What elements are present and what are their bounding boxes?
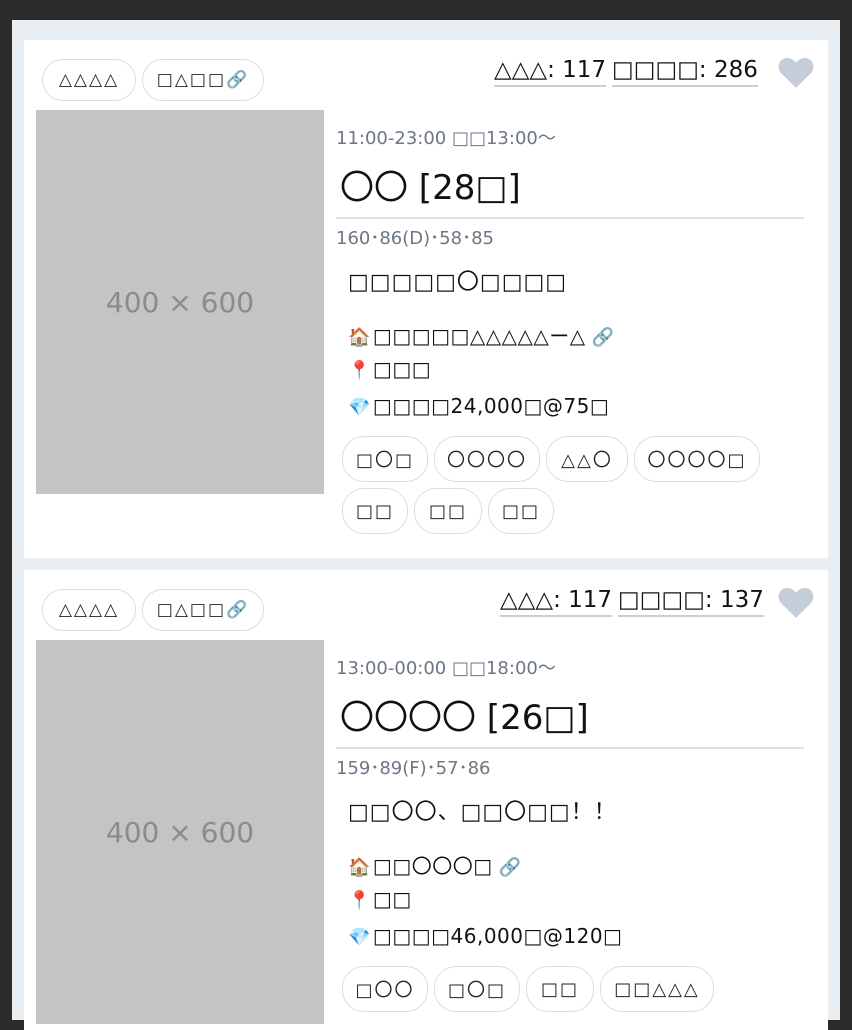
price-text: □□□□46,000□@120□ bbox=[372, 924, 623, 948]
feature-chip[interactable]: □□ bbox=[414, 488, 482, 534]
measurements: 160･86(D)･58･85 bbox=[336, 228, 494, 249]
area-line: 📍 □□□ bbox=[348, 357, 431, 381]
tag-link-chip[interactable]: □△□□🔗 bbox=[142, 589, 264, 631]
divider bbox=[336, 747, 804, 749]
price-line: 💎 □□□□24,000□@75□ bbox=[348, 394, 609, 418]
stat-count-1: △△△: 117 bbox=[494, 55, 607, 87]
profile-comment: □□□□□〇□□□□ bbox=[348, 270, 568, 295]
stat-count-1: △△△: 117 bbox=[500, 585, 613, 617]
stat-count-2: □□□□: 137 bbox=[618, 585, 764, 617]
area-name: □□□ bbox=[372, 357, 432, 381]
feature-chip[interactable]: 〇〇〇〇□ bbox=[634, 436, 760, 482]
tag-chip[interactable]: △△△△ bbox=[42, 589, 136, 631]
heart-icon[interactable] bbox=[776, 52, 816, 92]
pin-icon: 📍 bbox=[348, 360, 371, 381]
feature-chip[interactable]: □〇□ bbox=[434, 966, 520, 1012]
shop-line[interactable]: 🏠 □□〇〇〇□ 🔗 bbox=[348, 850, 522, 879]
gem-icon: 💎 bbox=[348, 927, 371, 948]
feature-chip[interactable]: 〇〇〇〇 bbox=[434, 436, 540, 482]
heart-icon[interactable] bbox=[776, 582, 816, 622]
house-icon: 🏠 bbox=[348, 327, 371, 348]
tag-link-chip[interactable]: □△□□🔗 bbox=[142, 59, 264, 101]
profile-card: △△△△ □△□□🔗 △△△: 117 □□□□: 286 400 × 600 … bbox=[24, 40, 828, 558]
profile-name[interactable]: 〇〇 [28□] bbox=[340, 160, 521, 209]
feature-chip[interactable]: □□ bbox=[488, 488, 554, 534]
feature-chip[interactable]: □〇□ bbox=[342, 436, 428, 482]
profile-photo[interactable]: 400 × 600 bbox=[36, 640, 324, 1024]
working-hours: 13:00-00:00 □□18:00〜 bbox=[336, 658, 556, 679]
feature-chip[interactable]: □□ bbox=[526, 966, 594, 1012]
house-icon: 🏠 bbox=[348, 857, 371, 878]
photo-placeholder-label: 400 × 600 bbox=[105, 285, 255, 319]
pin-icon: 📍 bbox=[348, 890, 371, 911]
shop-line[interactable]: 🏠 □□□□□△△△△△ー△ 🔗 bbox=[348, 320, 615, 349]
photo-placeholder-label: 400 × 600 bbox=[105, 815, 255, 849]
profile-photo[interactable]: 400 × 600 bbox=[36, 110, 324, 494]
measurements: 159･89(F)･57･86 bbox=[336, 758, 491, 779]
price-line: 💎 □□□□46,000□@120□ bbox=[348, 924, 622, 948]
shop-name[interactable]: □□□□□△△△△△ー△ bbox=[373, 324, 586, 348]
feature-chip[interactable]: □□ bbox=[342, 488, 408, 534]
link-icon[interactable]: 🔗 bbox=[592, 327, 615, 348]
price-text: □□□□24,000□@75□ bbox=[372, 394, 610, 418]
feature-chip[interactable]: □〇〇 bbox=[342, 966, 428, 1012]
area-line: 📍 □□ bbox=[348, 887, 412, 911]
tag-chip[interactable]: △△△△ bbox=[42, 59, 136, 101]
stat-count-2: □□□□: 286 bbox=[612, 55, 758, 87]
profile-comment: □□〇〇、□□〇□□！！ bbox=[348, 800, 617, 825]
profile-card: △△△△ □△□□🔗 △△△: 117 □□□□: 137 400 × 600 … bbox=[24, 570, 828, 1030]
profile-name[interactable]: 〇〇〇〇 [26□] bbox=[340, 690, 589, 739]
shop-name[interactable]: □□〇〇〇□ bbox=[373, 854, 493, 878]
divider bbox=[336, 217, 804, 219]
gem-icon: 💎 bbox=[348, 397, 371, 418]
link-icon[interactable]: 🔗 bbox=[499, 857, 522, 878]
feature-chip[interactable]: □□△△△ bbox=[600, 966, 714, 1012]
working-hours: 11:00-23:00 □□13:00〜 bbox=[336, 128, 556, 149]
feature-chip[interactable]: △△〇 bbox=[546, 436, 628, 482]
area-name: □□ bbox=[372, 887, 412, 911]
